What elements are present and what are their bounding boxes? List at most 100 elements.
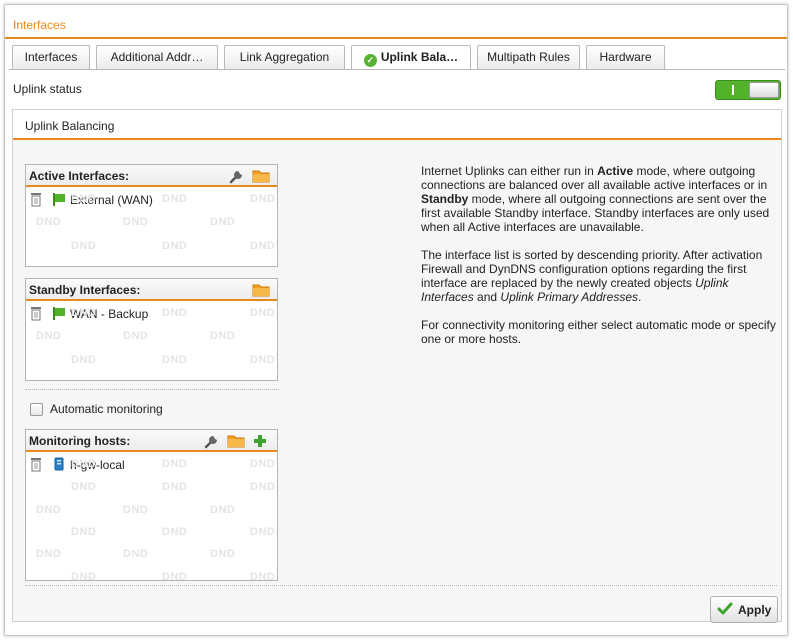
- interfaces-window: Interfaces Interfaces Additional Addr… L…: [4, 4, 788, 636]
- automatic-monitoring-label: Automatic monitoring: [50, 402, 163, 416]
- tab-label: Uplink Bala…: [380, 50, 459, 64]
- active-interfaces-body[interactable]: External (WAN) DND DND DND DND DND DND D…: [26, 189, 277, 266]
- dnd-placeholder: DND: [162, 307, 188, 319]
- dnd-placeholder: DND: [162, 481, 188, 493]
- monitoring-hosts-label: Monitoring hosts:: [29, 434, 131, 448]
- plus-icon[interactable]: [251, 432, 269, 450]
- dnd-placeholder: DND: [162, 526, 188, 538]
- apply-button[interactable]: Apply: [710, 596, 778, 623]
- tab-multipath-rules[interactable]: Multipath Rules: [477, 45, 580, 69]
- standby-interfaces-header: Standby Interfaces:: [26, 279, 277, 301]
- tab-uplink-balancing[interactable]: ✓ Uplink Bala…: [351, 45, 471, 70]
- dnd-placeholder: DND: [162, 458, 188, 470]
- help-text-span: .: [638, 290, 642, 304]
- dnd-placeholder: DND: [250, 526, 276, 538]
- monitoring-hosts-list: Monitoring hosts: h-gw-local DND DND DND…: [25, 429, 278, 581]
- help-text-span: Internet Uplinks can either run in: [421, 164, 598, 178]
- dnd-placeholder: DND: [71, 240, 97, 252]
- divider: [25, 585, 777, 586]
- folder-icon[interactable]: [252, 167, 270, 185]
- trash-icon[interactable]: [30, 192, 42, 207]
- dnd-placeholder: DND: [162, 193, 188, 205]
- dnd-placeholder: DND: [71, 481, 97, 493]
- checkmark-icon: [717, 602, 733, 615]
- tab-label: Hardware: [599, 50, 652, 64]
- monitoring-hosts-header: Monitoring hosts:: [26, 430, 277, 452]
- dnd-placeholder: DND: [36, 548, 62, 560]
- uplink-status-toggle[interactable]: [715, 80, 781, 100]
- active-interfaces-header: Active Interfaces:: [26, 165, 277, 187]
- dnd-placeholder: DND: [210, 330, 236, 342]
- tab-interfaces[interactable]: Interfaces: [12, 45, 90, 69]
- dnd-placeholder: DND: [162, 354, 188, 366]
- list-item[interactable]: h-gw-local: [26, 456, 277, 474]
- dnd-placeholder: DND: [123, 216, 149, 228]
- uplink-balancing-panel: Uplink Balancing Active Interfaces: Exte…: [12, 109, 782, 623]
- help-text-span: mode, where all outgoing connections are…: [421, 192, 770, 234]
- standby-interfaces-body[interactable]: WAN - Backup DND DND DND DND DND DND DND…: [26, 303, 277, 380]
- standby-interfaces-label: Standby Interfaces:: [29, 283, 141, 297]
- dnd-placeholder: DND: [250, 571, 276, 581]
- trash-icon[interactable]: [30, 457, 42, 472]
- tab-hardware[interactable]: Hardware: [586, 45, 665, 69]
- active-interfaces-list: Active Interfaces: External (WAN) DND DN…: [25, 164, 278, 267]
- help-text: Internet Uplinks can either run in Activ…: [421, 164, 781, 360]
- check-circle-icon: ✓: [363, 54, 377, 67]
- automatic-monitoring-checkbox[interactable]: [30, 403, 43, 416]
- tab-label: Multipath Rules: [487, 50, 570, 64]
- window-title-bar: Interfaces: [5, 5, 787, 39]
- apply-label: Apply: [738, 603, 772, 617]
- list-item[interactable]: WAN - Backup: [26, 305, 277, 323]
- dnd-placeholder: DND: [71, 193, 97, 205]
- dnd-placeholder: DND: [123, 330, 149, 342]
- interface-flag-icon: [53, 193, 65, 206]
- trash-icon[interactable]: [30, 306, 42, 321]
- active-interfaces-label: Active Interfaces:: [29, 169, 130, 183]
- help-text-italic: Uplink Primary Addresses: [500, 290, 639, 304]
- interface-flag-icon: [53, 307, 65, 320]
- dnd-placeholder: DND: [210, 216, 236, 228]
- help-text-span: and: [473, 290, 501, 304]
- dnd-placeholder: DND: [250, 458, 276, 470]
- dnd-placeholder: DND: [250, 240, 276, 252]
- host-icon: [54, 457, 64, 471]
- dnd-placeholder: DND: [162, 240, 188, 252]
- help-paragraph-priority: The interface list is sorted by descendi…: [421, 248, 781, 304]
- monitoring-hosts-body[interactable]: h-gw-local DND DND DND DND DND DND DND D…: [26, 454, 277, 580]
- window-title: Interfaces: [13, 18, 66, 32]
- dnd-placeholder: DND: [250, 481, 276, 493]
- help-paragraph-modes: Internet Uplinks can either run in Activ…: [421, 164, 781, 234]
- dnd-placeholder: DND: [36, 330, 62, 342]
- toggle-on-indicator: [732, 85, 734, 95]
- dnd-placeholder: DND: [71, 307, 97, 319]
- dnd-placeholder: DND: [210, 504, 236, 516]
- tab-label: Link Aggregation: [239, 50, 330, 64]
- tab-label: Additional Addr…: [110, 50, 204, 64]
- dnd-placeholder: DND: [250, 193, 276, 205]
- dnd-placeholder: DND: [36, 504, 62, 516]
- folder-icon[interactable]: [227, 432, 245, 450]
- tab-bar-divider: [9, 69, 785, 70]
- help-text-bold: Active: [597, 164, 634, 178]
- dnd-placeholder: DND: [250, 307, 276, 319]
- toggle-knob[interactable]: [749, 82, 779, 98]
- dnd-placeholder: DND: [250, 354, 276, 366]
- panel-title: Uplink Balancing: [25, 119, 115, 133]
- dnd-placeholder: DND: [210, 548, 236, 560]
- dnd-placeholder: DND: [71, 354, 97, 366]
- folder-icon[interactable]: [252, 281, 270, 299]
- help-paragraph-monitoring: For connectivity monitoring either selec…: [421, 318, 776, 346]
- dnd-placeholder: DND: [123, 548, 149, 560]
- panel-header: Uplink Balancing: [13, 110, 781, 140]
- dnd-placeholder: DND: [71, 571, 97, 581]
- uplink-status-label: Uplink status: [13, 82, 82, 96]
- tab-additional-addresses[interactable]: Additional Addr…: [96, 45, 218, 69]
- dnd-placeholder: DND: [71, 526, 97, 538]
- dnd-placeholder: DND: [71, 458, 97, 470]
- wrench-icon[interactable]: [228, 167, 246, 185]
- list-item[interactable]: External (WAN): [26, 191, 277, 209]
- tab-link-aggregation[interactable]: Link Aggregation: [224, 45, 345, 69]
- wrench-icon[interactable]: [203, 432, 221, 450]
- standby-interfaces-list: Standby Interfaces: WAN - Backup DND DND…: [25, 278, 278, 381]
- dnd-placeholder: DND: [36, 216, 62, 228]
